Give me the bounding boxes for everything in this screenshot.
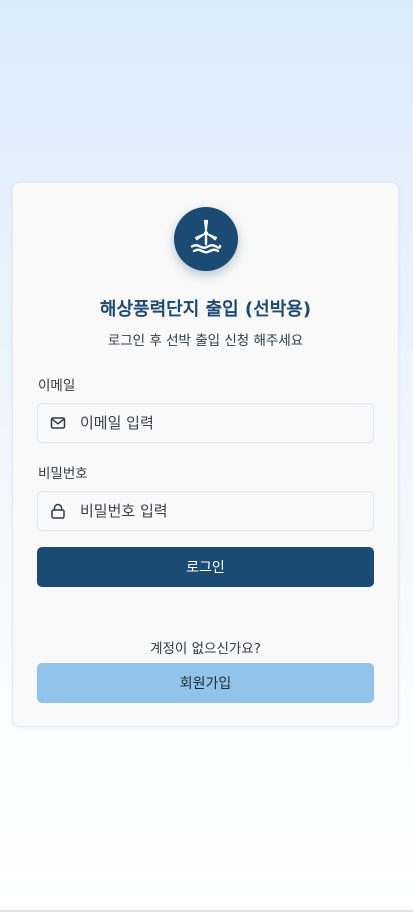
wind-turbine-icon xyxy=(186,217,226,261)
signup-prompt: 계정이 없으신가요? xyxy=(150,641,261,657)
login-button[interactable]: 로그인 xyxy=(37,547,374,587)
login-card: 해상풍력단지 출입 (선박용) 로그인 후 선박 출입 신청 해주세요 이메일 … xyxy=(12,182,399,727)
page-title: 해상풍력단지 출입 (선박용) xyxy=(99,299,312,320)
signup-button[interactable]: 회원가입 xyxy=(37,663,374,703)
mail-icon xyxy=(50,415,66,431)
logo xyxy=(174,207,238,271)
password-input[interactable] xyxy=(80,502,340,520)
email-field[interactable] xyxy=(37,403,374,443)
email-label: 이메일 xyxy=(38,378,76,394)
password-field[interactable] xyxy=(37,491,374,531)
email-input[interactable] xyxy=(80,414,340,432)
password-label: 비밀번호 xyxy=(38,466,88,482)
lock-icon xyxy=(50,503,66,519)
page-subtitle: 로그인 후 선박 출입 신청 해주세요 xyxy=(107,333,304,349)
